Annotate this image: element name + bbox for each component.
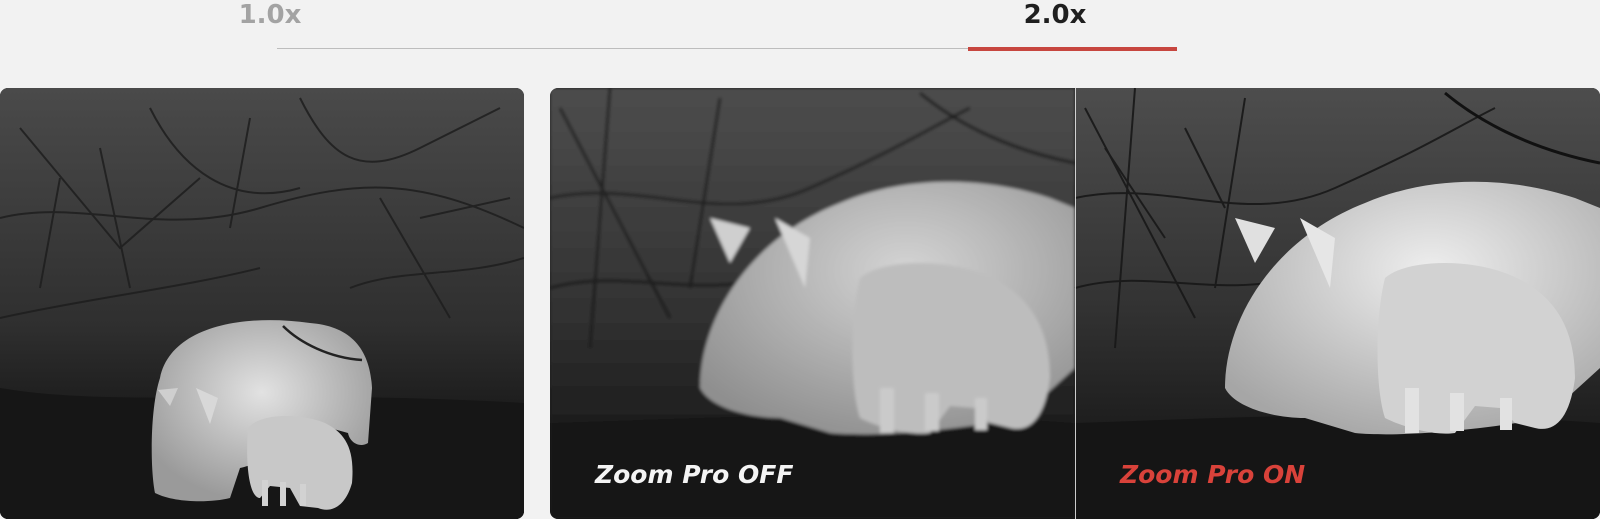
zoom-pro-on-label: Zoom Pro ON: [1120, 460, 1306, 489]
tab-zoom-1x[interactable]: 1.0x: [205, 0, 335, 30]
zoom-comparison-section: 1.0x 2.0x Zoom Pro OFF Zoom Pro ON: [0, 0, 1600, 519]
comparison-divider[interactable]: [1075, 88, 1076, 519]
thermal-image-2x-comparison: Zoom Pro OFF Zoom Pro ON: [550, 88, 1600, 519]
thermal-scene-wide: [0, 88, 524, 519]
thermal-image-1x: [0, 88, 524, 519]
tab-zoom-2x[interactable]: 2.0x: [990, 0, 1120, 30]
active-tab-indicator: [968, 47, 1177, 51]
zoom-pro-off-label: Zoom Pro OFF: [595, 460, 794, 489]
